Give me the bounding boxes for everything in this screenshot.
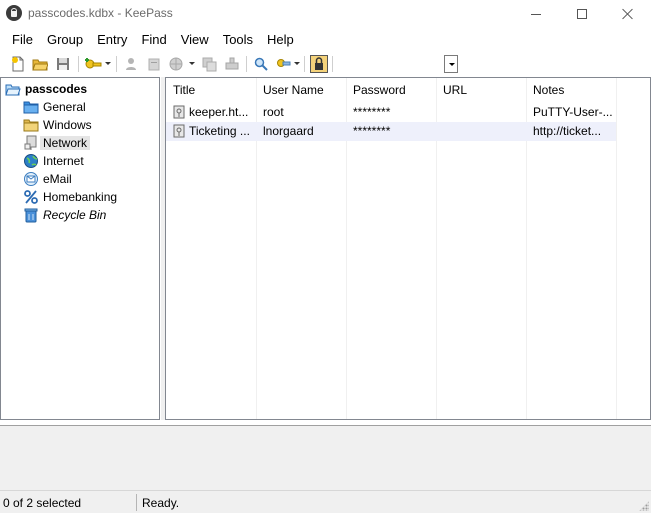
entry-preview-pane[interactable] [0, 425, 651, 491]
tree-label: General [43, 99, 86, 114]
tree-label: passcodes [25, 81, 88, 96]
tree-item-homebanking[interactable]: Homebanking [23, 188, 117, 205]
menu-view[interactable]: View [174, 30, 216, 50]
keepass-lock-icon[interactable] [6, 5, 22, 21]
status-separator [136, 494, 137, 511]
table-row[interactable]: keeper.ht... root ******** PuTTY-User-..… [166, 103, 616, 122]
table-row[interactable]: Ticketing ... lnorgaard ******** http://… [166, 122, 616, 141]
cell-password: ******** [353, 124, 391, 138]
tree-item-email[interactable]: eMail [23, 170, 72, 187]
email-icon [24, 171, 38, 186]
cell-title: Ticketing ... [166, 122, 256, 141]
cell-url [436, 122, 526, 141]
list-header: Title User Name Password URL Notes [166, 78, 650, 101]
toolbar-separator [78, 56, 79, 72]
cell-notes: PuTTY-User-... [533, 105, 613, 119]
save-icon[interactable] [54, 55, 72, 73]
tree-item-recycle-bin[interactable]: Recycle Bin [23, 206, 106, 223]
group-tree[interactable]: passcodes General Windows Network Intern… [0, 77, 160, 420]
maximize-button[interactable] [559, 0, 605, 28]
column-header-password[interactable]: Password [346, 78, 436, 101]
ready-status: Ready. [142, 496, 180, 510]
copy-entry-icon[interactable] [200, 55, 218, 73]
toolbar [0, 52, 651, 76]
tree-label: Windows [43, 117, 92, 132]
cell-url [436, 103, 526, 122]
title-bar: passcodes.kdbx - KeePass [0, 0, 651, 28]
maximize-icon [577, 9, 587, 19]
toolbar-separator [332, 56, 333, 72]
tree-item-internet[interactable]: Internet [23, 152, 84, 169]
show-entries-icon[interactable] [275, 55, 293, 73]
folder-icon [23, 101, 39, 113]
window-title: passcodes.kdbx - KeePass [28, 6, 173, 20]
menu-tools[interactable]: Tools [216, 30, 260, 50]
copy-username-icon[interactable] [122, 55, 140, 73]
cell-title: keeper.ht... [166, 103, 256, 122]
autotype-icon[interactable] [223, 55, 241, 73]
menu-group[interactable]: Group [40, 30, 90, 50]
menu-file[interactable]: File [0, 30, 40, 50]
close-button[interactable] [605, 0, 651, 28]
toolbar-separator [246, 56, 247, 72]
lock-workspace-icon[interactable] [310, 55, 328, 73]
tree-item-general[interactable]: General [23, 98, 86, 115]
close-icon [622, 8, 634, 20]
add-entry-icon[interactable] [84, 55, 102, 73]
toolbar-separator [116, 56, 117, 72]
selection-status: 0 of 2 selected [3, 496, 82, 510]
show-entries-dropdown-icon[interactable] [294, 62, 300, 65]
recycle-bin-icon [24, 208, 38, 222]
menu-bar: File Group Entry Find View Tools Help [0, 30, 651, 50]
quick-find-dropdown-icon[interactable] [444, 55, 458, 73]
tree-label: Network [40, 135, 91, 150]
entry-title: keeper.ht... [189, 105, 249, 119]
open-url-icon[interactable] [167, 55, 185, 73]
menu-find[interactable]: Find [134, 30, 173, 50]
cell-username: lnorgaard [263, 124, 314, 138]
new-database-icon[interactable] [9, 55, 27, 73]
tree-label: Internet [43, 153, 84, 168]
tree-label: Recycle Bin [43, 207, 107, 222]
open-folder-icon [5, 84, 21, 95]
toolbar-separator [304, 56, 305, 72]
open-database-icon[interactable] [31, 55, 49, 73]
status-bar: 0 of 2 selected Ready. [0, 490, 651, 513]
tree-root-passcodes[interactable]: passcodes [5, 80, 87, 97]
entry-list[interactable]: Title User Name Password URL Notes keepe… [165, 77, 651, 420]
menu-help[interactable]: Help [260, 30, 301, 50]
entry-key-icon [173, 124, 185, 138]
entry-key-icon [173, 105, 185, 119]
add-entry-dropdown-icon[interactable] [105, 62, 111, 65]
tree-item-network[interactable]: Network [23, 134, 91, 151]
network-icon [24, 135, 37, 150]
cell-password: ******** [353, 105, 391, 119]
url-dropdown-icon[interactable] [189, 62, 195, 65]
column-divider [616, 78, 617, 419]
cell-username: root [263, 105, 284, 119]
cell-notes: http://ticket... [533, 124, 602, 138]
tree-label: eMail [43, 171, 72, 186]
tree-item-windows[interactable]: Windows [23, 116, 92, 133]
tree-label: Homebanking [43, 189, 118, 204]
menu-entry[interactable]: Entry [90, 30, 134, 50]
column-header-url[interactable]: URL [436, 78, 526, 101]
find-icon[interactable] [252, 55, 270, 73]
copy-password-icon[interactable] [145, 55, 163, 73]
column-header-title[interactable]: Title [166, 78, 256, 101]
column-header-notes[interactable]: Notes [526, 78, 616, 101]
globe-icon [24, 153, 38, 168]
windows-icon [23, 119, 39, 131]
quick-find-box[interactable] [334, 55, 458, 73]
minimize-button[interactable] [513, 0, 559, 28]
resize-grip-icon[interactable] [639, 501, 649, 511]
column-header-username[interactable]: User Name [256, 78, 346, 101]
percent-icon [24, 189, 38, 204]
entry-title: Ticketing ... [189, 124, 250, 138]
minimize-icon [531, 13, 541, 15]
